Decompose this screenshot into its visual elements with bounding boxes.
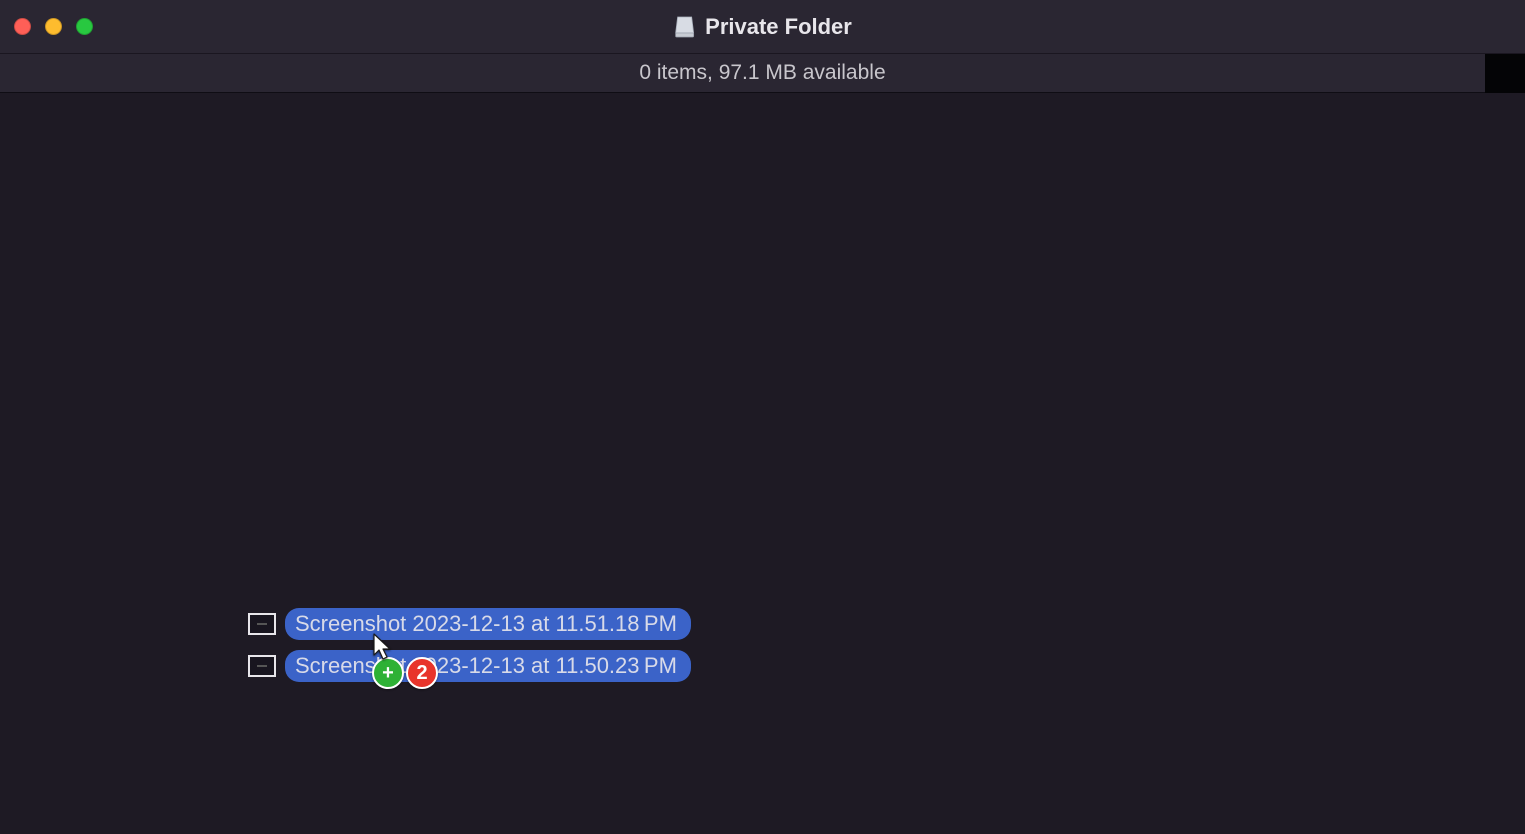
traffic-lights (0, 18, 93, 35)
status-bar: 0 items, 97.1 MB available (0, 54, 1525, 93)
close-button[interactable] (14, 18, 31, 35)
file-thumbnail-icon (248, 613, 276, 635)
maximize-button[interactable] (76, 18, 93, 35)
drag-ghost: Screenshot 2023-12-13 at 11.51.18 PM Scr… (248, 608, 691, 682)
minimize-button[interactable] (45, 18, 62, 35)
cursor-icon (372, 632, 394, 667)
disk-icon (673, 15, 695, 39)
window-title: Private Folder (705, 14, 852, 40)
title-center: Private Folder (673, 14, 852, 40)
drag-file-row: Screenshot 2023-12-13 at 11.50.23 PM (248, 650, 691, 682)
file-thumbnail-icon (248, 655, 276, 677)
drag-file-label: Screenshot 2023-12-13 at 11.51.18 PM (285, 608, 691, 640)
drag-file-label: Screenshot 2023-12-13 at 11.50.23 PM (285, 650, 691, 682)
folder-content-area[interactable]: Screenshot 2023-12-13 at 11.51.18 PM Scr… (0, 93, 1525, 834)
window-titlebar[interactable]: Private Folder (0, 0, 1525, 54)
status-text: 0 items, 97.1 MB available (639, 61, 885, 85)
drag-file-row: Screenshot 2023-12-13 at 11.51.18 PM (248, 608, 691, 640)
item-count-badge: 2 (406, 657, 438, 689)
